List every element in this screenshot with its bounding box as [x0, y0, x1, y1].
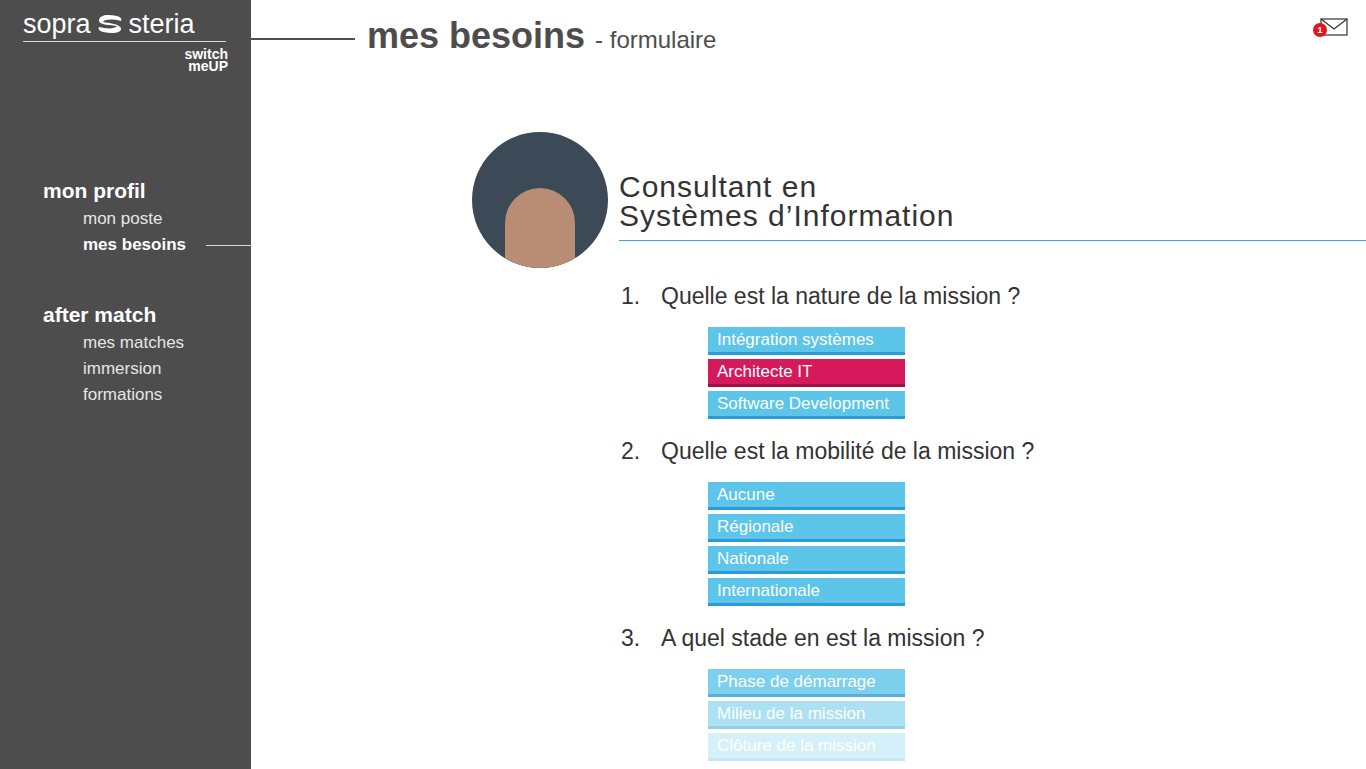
- sidebar-item-label[interactable]: formations: [83, 382, 162, 408]
- sidebar-item-label[interactable]: mon poste: [83, 206, 162, 232]
- logo-text: steria: [129, 8, 195, 40]
- page-title: mes besoins: [367, 14, 585, 58]
- main: mes besoins - formulaire 1 Consultant en…: [251, 0, 1366, 769]
- option-list: Aucune Régionale Nationale Internationale: [708, 482, 1366, 606]
- question-text: A quel stade en est la mission ?: [661, 623, 984, 653]
- notification-badge: 1: [1313, 23, 1327, 37]
- option-fade: Régionale: [717, 517, 794, 536]
- option-button[interactable]: Architecte IT: [708, 359, 905, 387]
- question-number: 3.: [621, 623, 661, 653]
- option-label[interactable]: Milieu de la mission: [717, 704, 865, 723]
- option-fade: Architecte IT: [717, 362, 812, 381]
- sidebar-item-label[interactable]: mes matches: [83, 330, 184, 356]
- logo-subtext: meUP: [188, 60, 228, 72]
- option-fade: Clôture de la mission: [717, 736, 876, 755]
- logo-text: sopra: [23, 8, 91, 40]
- question-number: 1.: [621, 281, 661, 311]
- option-label[interactable]: Nationale: [717, 549, 789, 568]
- sidebar-item[interactable]: mes matches: [0, 330, 251, 356]
- option-button[interactable]: Intégration systèmes: [708, 327, 905, 355]
- option-button[interactable]: Nationale: [708, 546, 905, 574]
- option-label[interactable]: Architecte IT: [717, 362, 812, 381]
- sidebar-item[interactable]: mes besoins: [0, 232, 251, 258]
- sidebar: sopra steria switch meUP mon profilmon p…: [0, 0, 251, 769]
- sidebar-section-title[interactable]: mon profil: [0, 178, 251, 204]
- option-label[interactable]: Régionale: [717, 517, 794, 536]
- logo-subtext: switch: [184, 48, 228, 60]
- avatar: [472, 132, 608, 268]
- page-subtitle: - formulaire: [595, 25, 716, 55]
- question: 2.Quelle est la mobilité de la mission ?…: [619, 436, 1366, 606]
- option-button[interactable]: Clôture de la mission: [708, 733, 905, 761]
- option-button[interactable]: Internationale: [708, 578, 905, 606]
- question-heading: 2.Quelle est la mobilité de la mission ?: [619, 436, 1366, 466]
- sidebar-item[interactable]: immersion: [0, 356, 251, 382]
- option-label[interactable]: Clôture de la mission: [717, 736, 876, 755]
- option-label[interactable]: Internationale: [717, 581, 820, 600]
- option-fade: Phase de démarrage: [717, 672, 876, 691]
- sidebar-item[interactable]: formations: [0, 382, 251, 408]
- sidebar-section-title[interactable]: after match: [0, 302, 251, 328]
- logo-icon: [95, 12, 125, 36]
- selected-indicator: [206, 245, 251, 246]
- option-button[interactable]: Régionale: [708, 514, 905, 542]
- sidebar-section: mon profilmon postemes besoins: [0, 178, 251, 258]
- question-heading: 3.A quel stade en est la mission ?: [619, 623, 1366, 653]
- question-text: Quelle est la mobilité de la mission ?: [661, 436, 1034, 466]
- logo: sopra steria switch meUP: [0, 0, 228, 72]
- option-button[interactable]: Milieu de la mission: [708, 701, 905, 729]
- option-label[interactable]: Intégration systèmes: [717, 330, 874, 349]
- option-button[interactable]: Aucune: [708, 482, 905, 510]
- sidebar-item[interactable]: mon poste: [0, 206, 251, 232]
- question: 3.A quel stade en est la mission ? Phase …: [619, 623, 1366, 761]
- question-heading: 1.Quelle est la nature de la mission ?: [619, 281, 1366, 311]
- option-button[interactable]: Phase de démarrage: [708, 669, 905, 697]
- sidebar-item-label[interactable]: immersion: [83, 356, 161, 382]
- notifications[interactable]: 1: [1313, 17, 1349, 39]
- option-label[interactable]: Software Development: [717, 394, 889, 413]
- sidebar-nav: mon profilmon postemes besoins after matc…: [0, 72, 251, 408]
- sidebar-section: after matchmes matchesimmersionformation…: [0, 302, 251, 408]
- option-fade: Aucune: [717, 485, 775, 504]
- option-list: Phase de démarrage Milieu de la mission Cl…: [708, 669, 1366, 761]
- option-fade: Milieu de la mission: [717, 704, 865, 723]
- option-button[interactable]: Software Development: [708, 391, 905, 419]
- question-text: Quelle est la nature de la mission ?: [661, 281, 1020, 311]
- option-fade: Intégration systèmes: [717, 330, 874, 349]
- header: mes besoins - formulaire: [251, 0, 1366, 80]
- option-fade: Nationale: [717, 549, 789, 568]
- option-list: Intégration systèmes Architecte IT Softwar…: [708, 327, 1366, 419]
- sidebar-item-label[interactable]: mes besoins: [83, 232, 186, 258]
- option-fade: Software Development: [717, 394, 889, 413]
- question: 1.Quelle est la nature de la mission ? In…: [619, 281, 1366, 419]
- profile-title: Consultant enSystèmes d’Information: [619, 172, 1366, 241]
- option-label[interactable]: Aucune: [717, 485, 775, 504]
- question-number: 2.: [621, 436, 661, 466]
- option-label[interactable]: Phase de démarrage: [717, 672, 876, 691]
- profile-title-line: Systèmes d’Information: [619, 201, 1366, 230]
- profile-title-line: Consultant en: [619, 172, 1366, 201]
- option-fade: Internationale: [717, 581, 820, 600]
